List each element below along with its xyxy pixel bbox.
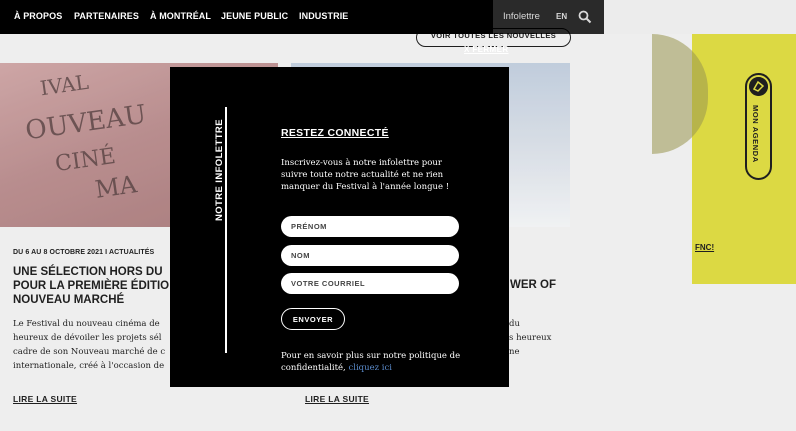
nav-item-jeune-public[interactable]: JEUNE PUBLIC (221, 11, 288, 21)
language-switch[interactable]: EN (556, 12, 567, 21)
infolettre-link[interactable]: Infolettre (503, 11, 540, 22)
nav-item-a-propos[interactable]: À PROPOS (14, 11, 62, 21)
nav-item-industrie[interactable]: INDUSTRIE (299, 11, 348, 21)
nav-item-partenaires[interactable]: PARTENAIRES (74, 11, 139, 21)
newsletter-side-label: NOTRE INFOLETTRE (214, 119, 225, 221)
first-name-field[interactable] (281, 216, 459, 237)
last-name-field[interactable] (281, 245, 459, 266)
search-icon[interactable] (578, 10, 592, 24)
submit-button[interactable]: ENVOYER (281, 308, 345, 330)
privacy-notice: Pour en savoir plus sur notre politique … (281, 350, 471, 374)
nav-item-a-montreal[interactable]: À MONTRÉAL (150, 11, 211, 21)
newsletter-modal: NOTRE INFOLETTRE RESTEZ CONNECTÉ Inscriv… (170, 67, 509, 387)
close-modal-button[interactable]: X FERMER (464, 45, 509, 54)
modal-description: Inscrivez-vous à notre infolettre pour s… (281, 158, 450, 192)
privacy-link[interactable]: cliquez ici (348, 363, 392, 373)
email-field[interactable] (281, 273, 459, 294)
divider-line (225, 107, 227, 353)
modal-title: RESTEZ CONNECTÉ (281, 127, 389, 139)
